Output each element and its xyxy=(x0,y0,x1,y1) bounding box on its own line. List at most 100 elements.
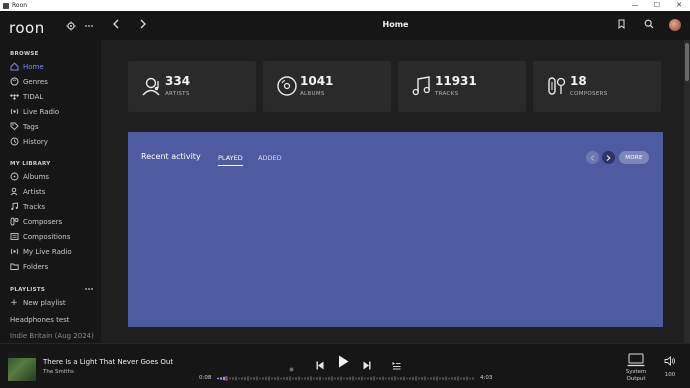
stat-value: 11931 xyxy=(435,74,477,88)
browse-section-title: BROWSE xyxy=(10,51,39,57)
volume-level[interactable]: 100 xyxy=(661,372,679,378)
queue-icon xyxy=(392,362,401,370)
album-art[interactable] xyxy=(8,353,36,381)
skip-back-icon xyxy=(316,361,324,370)
more-options-icon[interactable] xyxy=(84,21,94,34)
sidebar: roon BROWSE Home Genres TIDAL Live Radio… xyxy=(0,11,101,343)
chevron-left-icon xyxy=(590,154,595,161)
system-output-label[interactable]: System Output xyxy=(622,369,650,383)
history-icon xyxy=(9,137,19,147)
sidebar-item-label: Composers xyxy=(23,217,63,226)
stat-label: ARTISTS xyxy=(165,91,190,97)
recent-activity-title: Recent activity xyxy=(141,152,201,161)
composers-icon xyxy=(548,77,566,95)
stat-card-composers[interactable]: 18 COMPOSERS xyxy=(533,61,661,112)
stat-card-albums[interactable]: 1041 ALBUMS xyxy=(263,61,391,112)
play-button[interactable] xyxy=(338,353,349,372)
minimize-button[interactable]: — xyxy=(624,0,646,11)
settings-gear-icon[interactable] xyxy=(66,21,76,34)
queue-button[interactable] xyxy=(392,355,401,374)
tracks-icon xyxy=(412,76,430,96)
artists-icon xyxy=(9,187,19,197)
maximize-button[interactable]: ☐ xyxy=(646,0,668,11)
sidebar-item-label: Tracks xyxy=(23,202,45,211)
sidebar-item-artists[interactable]: Artists xyxy=(9,185,97,198)
track-duration: 4:03 xyxy=(480,375,493,381)
next-track-button[interactable] xyxy=(363,355,371,374)
sidebar-item-tidal[interactable]: TIDAL xyxy=(9,90,97,103)
new-playlist-button[interactable]: + New playlist xyxy=(9,296,97,309)
sidebar-item-history[interactable]: History xyxy=(9,135,97,148)
genres-icon xyxy=(9,77,19,87)
sidebar-item-label: Folders xyxy=(23,262,49,271)
main-content: 334 ARTISTS 1041 ALBUMS 11931 TRACKS 18 … xyxy=(101,40,683,343)
sidebar-item-tags[interactable]: Tags xyxy=(9,120,97,133)
home-icon xyxy=(9,62,19,72)
sidebar-item-label: Artists xyxy=(23,187,46,196)
stat-value: 18 xyxy=(570,74,587,88)
now-playing-artist[interactable]: The Smiths xyxy=(43,369,74,375)
sidebar-item-my-live-radio[interactable]: My Live Radio xyxy=(9,245,97,258)
compositions-icon xyxy=(9,232,19,242)
stat-label: TRACKS xyxy=(435,91,459,97)
sidebar-item-label: Home xyxy=(23,62,44,71)
play-icon xyxy=(339,355,349,368)
playlist-item[interactable]: Headphones test xyxy=(10,316,70,324)
sidebar-item-label: Tags xyxy=(23,122,39,131)
previous-page-button[interactable] xyxy=(586,151,599,164)
player-bar: There Is a Light That Never Goes Out The… xyxy=(0,343,690,388)
now-playing-title[interactable]: There Is a Light That Never Goes Out xyxy=(43,358,173,366)
scrollbar-thumb[interactable] xyxy=(685,43,689,81)
stat-card-artists[interactable]: 334 ARTISTS xyxy=(128,61,256,112)
sidebar-item-live-radio[interactable]: Live Radio xyxy=(9,105,97,118)
previous-track-button[interactable] xyxy=(316,355,324,374)
volume-icon[interactable] xyxy=(664,355,676,367)
sidebar-item-label: Genres xyxy=(23,77,48,86)
tidal-icon xyxy=(9,92,19,102)
stat-value: 1041 xyxy=(300,74,334,88)
composers-icon xyxy=(9,217,19,227)
stat-card-tracks[interactable]: 11931 TRACKS xyxy=(398,61,526,112)
main-scrollbar[interactable] xyxy=(684,40,690,343)
stat-label: ALBUMS xyxy=(300,91,325,97)
playlists-section-title: PLAYLISTS xyxy=(10,287,46,293)
close-button[interactable]: ✕ xyxy=(668,0,690,11)
sidebar-item-composers[interactable]: Composers xyxy=(9,215,97,228)
more-button[interactable]: MORE xyxy=(619,151,649,164)
sidebar-item-compositions[interactable]: Compositions xyxy=(9,230,97,243)
sidebar-item-home[interactable]: Home xyxy=(9,60,97,73)
sidebar-item-label: My Live Radio xyxy=(23,247,72,256)
new-playlist-label: New playlist xyxy=(23,298,66,307)
albums-icon xyxy=(277,76,297,96)
skip-forward-icon xyxy=(363,361,371,370)
bookmark-icon[interactable] xyxy=(617,19,626,32)
playlist-item[interactable]: Indie Britain (Aug 2024) xyxy=(10,332,94,340)
my-radio-icon xyxy=(9,247,19,257)
sidebar-item-label: TIDAL xyxy=(23,92,44,101)
next-page-button[interactable] xyxy=(602,151,615,164)
tab-played[interactable]: PLAYED xyxy=(218,154,243,166)
sidebar-item-label: Albums xyxy=(23,172,50,181)
top-header: Home xyxy=(101,11,690,40)
stat-value: 334 xyxy=(165,74,191,88)
tag-icon xyxy=(9,122,19,132)
system-output-icon[interactable] xyxy=(627,353,645,367)
tab-added[interactable]: ADDED xyxy=(258,154,282,162)
seek-bar[interactable] xyxy=(217,376,475,381)
radio-dot-icon[interactable] xyxy=(289,357,294,376)
sidebar-item-folders[interactable]: Folders xyxy=(9,260,97,273)
albums-icon xyxy=(9,172,19,182)
sidebar-item-genres[interactable]: Genres xyxy=(9,75,97,88)
sidebar-item-tracks[interactable]: Tracks xyxy=(9,200,97,213)
user-avatar[interactable] xyxy=(669,19,681,31)
search-icon[interactable] xyxy=(644,19,654,32)
window-title: Roon xyxy=(12,2,28,9)
seek-position-marker[interactable] xyxy=(225,376,227,381)
chevron-right-icon xyxy=(606,154,611,161)
sidebar-item-label: Compositions xyxy=(23,232,71,241)
folder-icon xyxy=(9,262,19,272)
artists-icon xyxy=(142,77,160,96)
sidebar-item-label: Live Radio xyxy=(23,107,60,116)
elapsed-time: 0:08 xyxy=(199,375,212,381)
sidebar-item-albums[interactable]: Albums xyxy=(9,170,97,183)
